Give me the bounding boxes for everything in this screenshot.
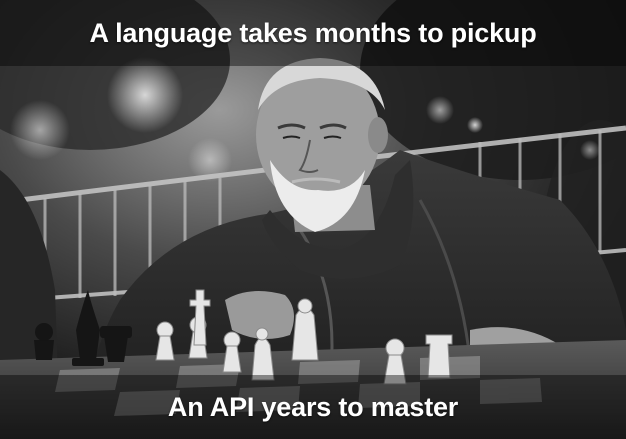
top-caption-band: A language takes months to pickup bbox=[0, 0, 626, 66]
bottom-caption-band: An API years to master bbox=[0, 375, 626, 439]
top-caption: A language takes months to pickup bbox=[89, 17, 537, 48]
meme-image: A language takes months to pickup An API… bbox=[0, 0, 626, 439]
bottom-caption: An API years to master bbox=[167, 391, 459, 422]
